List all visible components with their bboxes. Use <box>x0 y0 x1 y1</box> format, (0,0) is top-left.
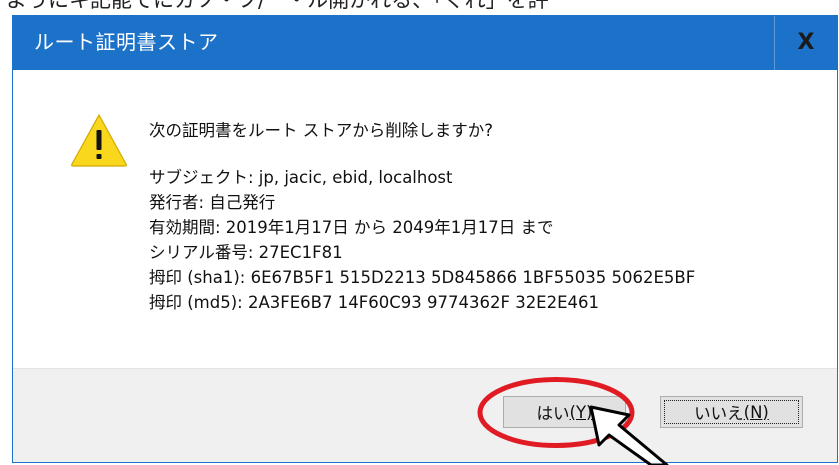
detail-thumbprint-sha1: 拇印 (sha1): 6E67B5F1 515D2213 5D845866 1B… <box>149 268 696 287</box>
dialog-content: 次の証明書をルート ストアから削除しますか? サブジェクト: jp, jacic… <box>13 70 837 368</box>
focus-ring <box>664 400 799 424</box>
yes-button[interactable]: はい (Y) <box>503 396 626 428</box>
message-block: 次の証明書をルート ストアから削除しますか? サブジェクト: jp, jacic… <box>149 118 695 315</box>
root-certificate-store-dialog: ルート証明書ストア X 次の証明書をルート ストアから削除しますか? サブジェク… <box>12 15 838 463</box>
confirmation-question: 次の証明書をルート ストアから削除しますか? <box>149 121 494 140</box>
warning-triangle-icon <box>71 113 127 167</box>
dialog-title: ルート証明書ストア <box>34 30 219 54</box>
background-text: ようにキ記能でにカソ・フ/ー・ル開かれる、「ぐれ」を評 <box>6 0 549 12</box>
button-bar: はい (Y) いいえ (N) <box>13 368 837 462</box>
detail-thumbprint-md5: 拇印 (md5): 2A3FE6B7 14F60C93 9774362F 32E… <box>149 293 600 312</box>
detail-validity: 有効期間: 2019年1月17日 から 2049年1月17日 まで <box>149 218 554 237</box>
detail-serial: シリアル番号: 27EC1F81 <box>149 243 343 262</box>
detail-issuer: 発行者: 自己発行 <box>149 193 276 212</box>
close-icon: X <box>797 30 815 55</box>
no-button[interactable]: いいえ (N) <box>660 396 803 428</box>
yes-button-label: はい <box>536 404 570 423</box>
title-bar: ルート証明書ストア X <box>13 16 837 70</box>
detail-subject: サブジェクト: jp, jacic, ebid, localhost <box>149 168 453 187</box>
close-button[interactable]: X <box>774 16 837 70</box>
yes-button-mnemonic: (Y) <box>569 402 593 422</box>
